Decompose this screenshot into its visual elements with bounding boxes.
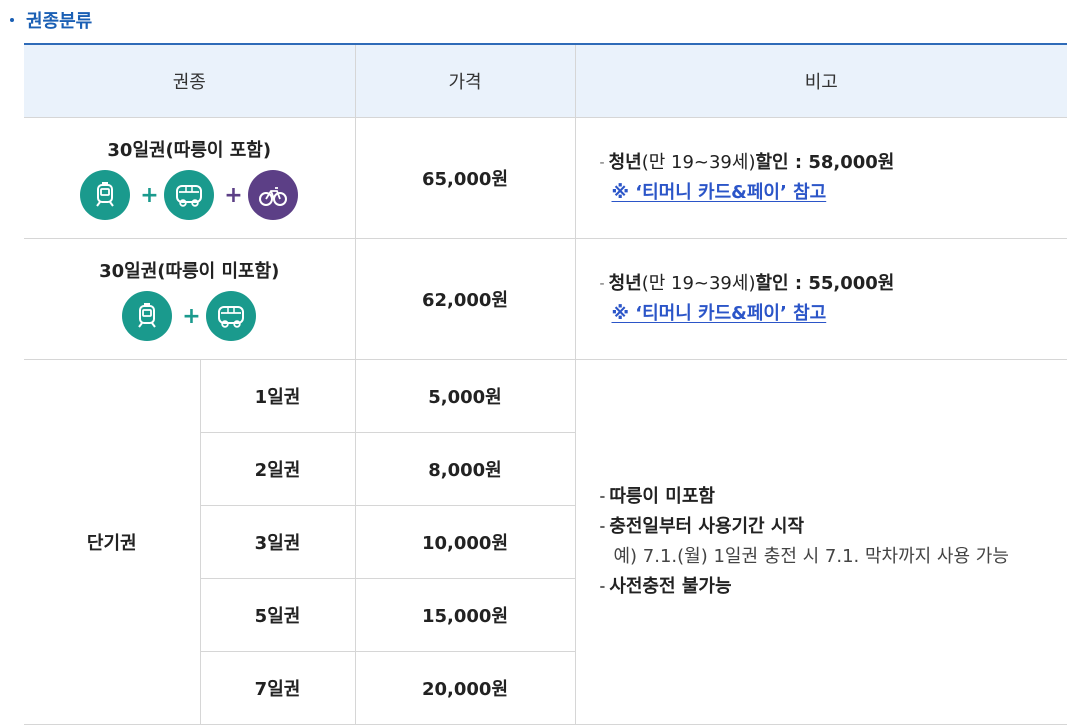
dash-icon: - (599, 489, 606, 505)
note-no-bike: 따릉이 미포함 (609, 486, 715, 507)
price-cell: 15,000원 (354, 578, 575, 652)
short-term-notes: - 따릉이 미포함 - 충전일부터 사용기간 시작 예) 7.1.(월) 1일권 충… (574, 359, 1067, 725)
note-cell: - 청년(만 19~39세)할인 : 55,000원 ※ ‘티머니 카드&페이’ … (574, 238, 1067, 360)
price-cell: 62,000원 (354, 238, 575, 360)
tmoney-link[interactable]: ※ ‘티머니 카드&페이’ 참고 (612, 178, 827, 208)
price-cell: 5,000원 (354, 359, 575, 433)
price-cell: 20,000원 (354, 651, 575, 725)
transport-icons: + (25, 291, 354, 341)
table-row: 30일권(따릉이 포함) + + 65,000원 - 청년(만 19~39세)할… (24, 117, 1067, 239)
ticket-name: 2일권 (199, 432, 355, 506)
discount-label: 청년 (608, 273, 642, 294)
note-cell: - 청년(만 19~39세)할인 : 58,000원 ※ ‘티머니 카드&페이’ … (574, 117, 1067, 239)
price-cell: 10,000원 (354, 505, 575, 579)
section-title-text: 권종분류 (26, 11, 93, 32)
dash-icon: - (599, 155, 605, 171)
note-no-precharge: 사전충전 불가능 (609, 576, 732, 597)
bicycle-icon (248, 170, 299, 220)
discount-text: 할인 : 58,000원 (755, 152, 895, 173)
ticket-table: 권종 가격 비고 30일권(따릉이 포함) + + 65,000원 - 청년(만… (24, 43, 1067, 725)
discount-label: 청년 (608, 152, 642, 173)
ticket-name: 5일권 (199, 578, 355, 652)
bus-icon (206, 291, 257, 341)
dash-icon: - (599, 276, 605, 292)
ticket-cell: 30일권(따릉이 포함) + + (24, 117, 355, 239)
tmoney-link[interactable]: ※ ‘티머니 카드&페이’ 참고 (612, 299, 827, 329)
ticket-cell: 30일권(따릉이 미포함) + (24, 238, 355, 360)
ticket-name: 1일권 (199, 359, 355, 433)
transport-icons: + + (25, 170, 354, 220)
plus-icon: + (182, 303, 201, 329)
ticket-name: 30일권(따릉이 미포함) (99, 261, 280, 282)
discount-text: 할인 : 55,000원 (755, 273, 895, 294)
price-cell: 65,000원 (354, 117, 575, 239)
subway-icon (122, 291, 173, 341)
header-price: 가격 (354, 44, 575, 118)
table-header-row: 권종 가격 비고 (24, 44, 1067, 118)
bus-icon (164, 170, 215, 220)
note-example: 예) 7.1.(월) 1일권 충전 시 7.1. 막차까지 사용 가능 (613, 546, 1009, 567)
subway-icon (80, 170, 131, 220)
price-cell: 8,000원 (354, 432, 575, 506)
plus-icon: + (224, 182, 243, 208)
table-row: 30일권(따릉이 미포함) + 62,000원 - 청년(만 19~39세)할인 … (24, 238, 1067, 360)
note-period-start: 충전일부터 사용기간 시작 (609, 516, 805, 537)
ticket-name: 3일권 (199, 505, 355, 579)
bullet-icon (10, 18, 14, 22)
dash-icon: - (599, 579, 606, 595)
header-type: 권종 (24, 44, 355, 118)
discount-age: (만 19~39세) (641, 273, 756, 294)
discount-age: (만 19~39세) (641, 152, 756, 173)
table-row: 단기권 1일권 5,000원 - 따릉이 미포함 - 충전일부터 사용기간 시작 예… (24, 359, 1067, 725)
header-note: 비고 (574, 44, 1067, 118)
dash-icon: - (599, 519, 606, 535)
ticket-name: 30일권(따릉이 포함) (107, 140, 272, 161)
plus-icon: + (140, 182, 159, 208)
short-term-group: 단기권 (24, 359, 200, 725)
section-title: 권종분류 (8, 6, 92, 34)
ticket-name: 7일권 (199, 651, 355, 725)
